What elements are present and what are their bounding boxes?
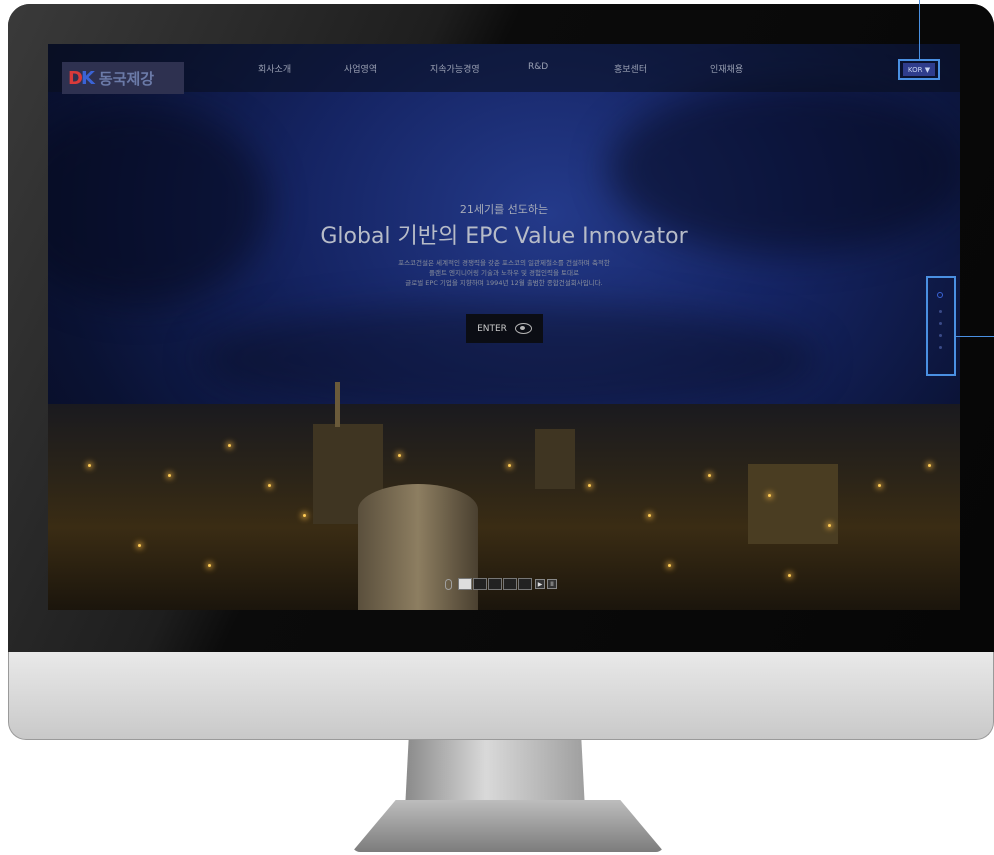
company-logo[interactable]: DK 동국제강 [62, 62, 184, 94]
eye-icon [514, 323, 532, 334]
monitor-stand-base [352, 800, 664, 852]
section-dot[interactable] [939, 322, 942, 325]
light [788, 574, 791, 577]
hero-title: Global 기반의 EPC Value Innovator [320, 224, 688, 249]
slide-thumb[interactable] [503, 578, 517, 590]
section-dot[interactable] [939, 346, 942, 349]
hero-description-line: 글로벌 EPC 기업을 지향하며 1994년 12월 출범한 종합건설회사입니다… [405, 279, 603, 287]
callout-line-language [919, 0, 920, 60]
light [303, 514, 306, 517]
light [588, 484, 591, 487]
mouse-scroll-icon [445, 578, 452, 590]
slide-thumb[interactable] [458, 578, 472, 590]
monitor-chin [8, 652, 994, 740]
light [768, 494, 771, 497]
light [208, 564, 211, 567]
section-dot[interactable] [939, 310, 942, 313]
light [508, 464, 511, 467]
menu-item-pr-center[interactable]: 홍보센터 [614, 62, 710, 75]
play-icon[interactable]: ▶ [535, 579, 545, 589]
storage-tank [358, 484, 478, 610]
light [668, 564, 671, 567]
section-indicator [926, 276, 956, 376]
monitor-stand-neck [405, 740, 585, 810]
menu-item-company[interactable]: 회사소개 [258, 62, 344, 75]
light [878, 484, 881, 487]
light [828, 524, 831, 527]
light [398, 454, 401, 457]
light [228, 444, 231, 447]
logo-mark: DK [68, 67, 95, 89]
top-navigation: DK 동국제강 회사소개 사업영역 지속가능경영 R&D 홍보센터 인재채용 K… [48, 44, 960, 94]
menu-item-rnd[interactable]: R&D [528, 62, 614, 75]
menu-item-business[interactable]: 사업영역 [344, 62, 430, 75]
menu-item-sustainability[interactable]: 지속가능경영 [430, 62, 528, 75]
hero-description-line: 플랜트 엔지니어링 기술과 노하우 및 경험인력을 토대로 [429, 269, 579, 277]
pause-icon[interactable]: II [547, 579, 557, 589]
language-label: KOR ▼ [903, 63, 935, 76]
menu-item-recruit[interactable]: 인재채용 [710, 62, 743, 75]
section-dot[interactable] [939, 334, 942, 337]
light [648, 514, 651, 517]
website-screen: DK 동국제강 회사소개 사업영역 지속가능경영 R&D 홍보센터 인재채용 K… [48, 44, 960, 610]
logo-text: 동국제강 [98, 69, 155, 88]
callout-line-indicator [956, 336, 994, 337]
slide-thumb[interactable] [488, 578, 502, 590]
language-selector[interactable]: KOR ▼ [898, 59, 940, 80]
light [708, 474, 711, 477]
light [168, 474, 171, 477]
hero-subtitle: 21세기를 선도하는 [459, 203, 549, 216]
slide-thumb[interactable] [473, 578, 487, 590]
slider-controls: ▶ II [445, 578, 557, 590]
chimney [335, 382, 340, 427]
light [138, 544, 141, 547]
light [88, 464, 91, 467]
plant-building [748, 464, 838, 544]
light [928, 464, 931, 467]
hero-description-line: 포스코건설은 세계적인 경쟁력을 갖춘 포스코의 일관제철소를 건설하며 축적한 [398, 259, 610, 267]
hero-description: 포스코건설은 세계적인 경쟁력을 갖춘 포스코의 일관제철소를 건설하며 축적한… [48, 258, 960, 288]
slide-thumb[interactable] [518, 578, 532, 590]
plant-building [535, 429, 575, 489]
enter-button[interactable]: ENTER [466, 314, 543, 343]
light [268, 484, 271, 487]
section-dot-active[interactable] [937, 292, 943, 298]
enter-label: ENTER [477, 323, 507, 334]
main-menu: 회사소개 사업영역 지속가능경영 R&D 홍보센터 인재채용 [258, 62, 743, 75]
